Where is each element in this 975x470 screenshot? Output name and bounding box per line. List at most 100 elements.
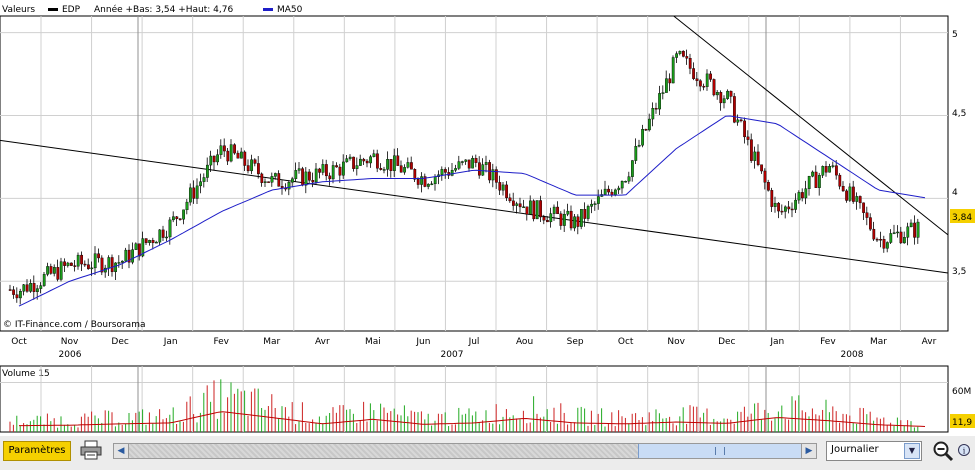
candle-body — [144, 238, 148, 243]
candle-body — [274, 173, 277, 177]
candle-body — [580, 209, 583, 227]
candle-body — [716, 92, 719, 96]
candle-body — [821, 166, 825, 176]
candle-body — [801, 192, 804, 199]
candle-body — [22, 284, 26, 292]
candle-body — [705, 73, 709, 87]
chevron-down-icon[interactable]: ▼ — [904, 443, 920, 459]
candle-body — [474, 158, 478, 163]
candle-body — [464, 159, 468, 162]
candle-body — [695, 78, 699, 81]
candle-body — [879, 238, 883, 241]
candle-body — [903, 237, 906, 244]
candle-body — [743, 120, 747, 138]
candle-body — [712, 79, 716, 96]
volume-last-value: 11,9 — [952, 418, 972, 428]
candle-body — [862, 202, 866, 213]
candle-body — [188, 187, 192, 203]
candle-body — [229, 144, 233, 162]
candle-body — [29, 283, 32, 292]
candle-body — [12, 289, 15, 295]
candle-body — [794, 199, 798, 210]
candle-body — [246, 165, 250, 172]
info-icon[interactable]: i — [958, 444, 970, 456]
candle-body — [454, 168, 457, 171]
zoom-out-icon[interactable] — [932, 440, 954, 462]
candle-body — [342, 161, 345, 176]
candle-body — [243, 151, 247, 166]
candle-body — [501, 184, 505, 191]
candle-body — [654, 108, 658, 110]
month-label: Oct — [618, 337, 634, 347]
candle-body — [114, 262, 118, 272]
scrollbar-thumb[interactable] — [638, 444, 801, 458]
candle-body — [515, 203, 519, 206]
svg-text:i: i — [963, 447, 966, 456]
candle-body — [777, 202, 781, 212]
candle-body — [909, 222, 913, 228]
candle-body — [36, 288, 39, 292]
candle-body — [722, 98, 726, 104]
candle-body — [763, 170, 767, 183]
candle-body — [440, 169, 444, 175]
candle-body — [97, 253, 101, 259]
scroll-right-button[interactable]: ▶ — [801, 443, 817, 459]
candle-body — [746, 136, 750, 140]
candle-body — [682, 51, 685, 57]
scrollbar-track[interactable] — [128, 443, 802, 459]
candle-body — [158, 229, 162, 243]
period-select[interactable]: Journalier ▼ — [826, 441, 922, 461]
month-label: Oct — [11, 337, 27, 347]
candle-body — [641, 129, 645, 146]
candle-body — [709, 73, 713, 80]
candle-body — [505, 184, 508, 199]
candle-body — [359, 158, 362, 166]
scroll-left-button[interactable]: ◀ — [113, 443, 129, 459]
parametres-button[interactable]: Paramètres — [3, 441, 71, 461]
candle-body — [195, 185, 199, 199]
price-tick-4: 4 — [952, 188, 958, 198]
candle-body — [651, 108, 655, 120]
candle-body — [559, 213, 563, 226]
candle-body — [134, 243, 138, 250]
candle-body — [376, 153, 379, 169]
candle-body — [86, 264, 90, 269]
candle-body — [267, 181, 270, 183]
candle-body — [120, 260, 124, 263]
candle-body — [563, 213, 566, 226]
candle-body — [46, 266, 50, 275]
candle-body — [53, 267, 56, 274]
volume-tick-60m: 60M — [952, 387, 971, 397]
candle-body — [396, 155, 400, 166]
candle-body — [15, 294, 19, 299]
candle-body — [461, 161, 464, 163]
candle-body — [25, 284, 29, 292]
candle-body — [549, 213, 553, 223]
candle-body — [733, 96, 736, 123]
source-credit: © IT-Finance.com / Boursorama — [3, 320, 145, 330]
candle-body — [886, 242, 889, 249]
candle-body — [212, 155, 216, 163]
candle-body — [433, 176, 437, 185]
candle-body — [661, 92, 665, 94]
candle-body — [556, 206, 560, 215]
candle-body — [8, 289, 12, 291]
candle-body — [780, 210, 784, 213]
month-label: Jan — [769, 337, 784, 347]
candle-body — [165, 236, 168, 239]
candle-body — [750, 139, 753, 161]
price-tick-3-5: 3,5 — [952, 267, 966, 277]
candle-body — [675, 53, 679, 58]
candle-body — [335, 165, 338, 168]
candle-body — [824, 166, 828, 173]
candle-body — [83, 263, 87, 266]
candle-body — [110, 257, 114, 272]
printer-icon[interactable] — [80, 440, 102, 460]
candle-body — [855, 196, 859, 202]
legend-values-label: Valeurs — [2, 5, 35, 15]
candle-body — [287, 182, 291, 190]
candle-body — [270, 176, 274, 183]
month-label: Jul — [468, 337, 480, 347]
candle-body — [151, 240, 155, 244]
candle-body — [671, 57, 675, 84]
